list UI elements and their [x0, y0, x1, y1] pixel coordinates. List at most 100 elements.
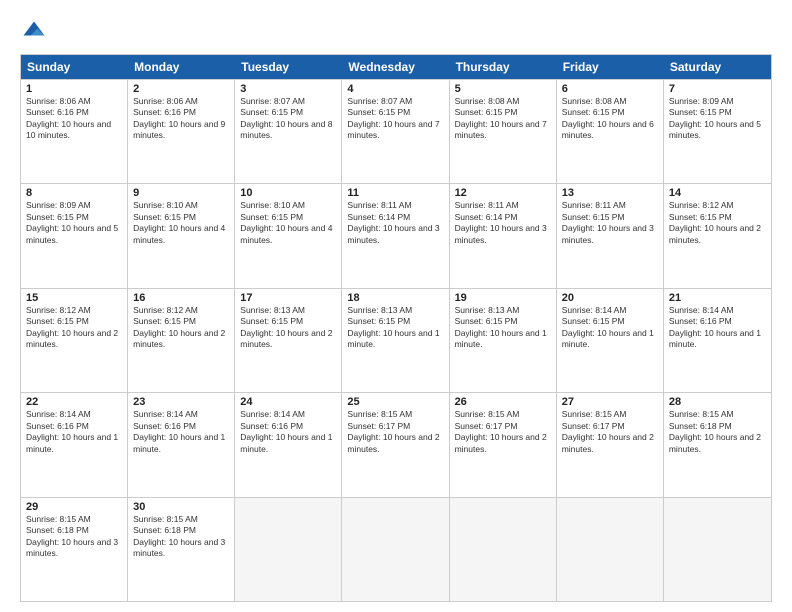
daylight-label: Daylight: 10 hours and 2 minutes.: [455, 432, 547, 453]
sunrise-label: Sunrise: 8:12 AM: [669, 200, 734, 210]
header-day-sunday: Sunday: [21, 55, 128, 79]
sunrise-label: Sunrise: 8:14 AM: [669, 305, 734, 315]
day-info: Sunrise: 8:13 AM Sunset: 6:15 PM Dayligh…: [347, 305, 443, 351]
sunset-label: Sunset: 6:16 PM: [133, 107, 196, 117]
day-info: Sunrise: 8:11 AM Sunset: 6:15 PM Dayligh…: [562, 200, 658, 246]
day-number: 3: [240, 83, 336, 95]
day-cell-28: 28 Sunrise: 8:15 AM Sunset: 6:18 PM Dayl…: [664, 393, 771, 496]
day-cell-1: 1 Sunrise: 8:06 AM Sunset: 6:16 PM Dayli…: [21, 80, 128, 183]
header-day-monday: Monday: [128, 55, 235, 79]
day-info: Sunrise: 8:12 AM Sunset: 6:15 PM Dayligh…: [133, 305, 229, 351]
sunrise-label: Sunrise: 8:11 AM: [562, 200, 626, 210]
sunrise-label: Sunrise: 8:14 AM: [240, 409, 305, 419]
day-info: Sunrise: 8:06 AM Sunset: 6:16 PM Dayligh…: [26, 96, 122, 142]
sunset-label: Sunset: 6:16 PM: [26, 107, 89, 117]
sunrise-label: Sunrise: 8:15 AM: [562, 409, 627, 419]
daylight-label: Daylight: 10 hours and 5 minutes.: [26, 223, 118, 244]
day-cell-18: 18 Sunrise: 8:13 AM Sunset: 6:15 PM Dayl…: [342, 289, 449, 392]
sunrise-label: Sunrise: 8:08 AM: [562, 96, 627, 106]
day-info: Sunrise: 8:08 AM Sunset: 6:15 PM Dayligh…: [455, 96, 551, 142]
day-number: 14: [669, 187, 766, 199]
daylight-label: Daylight: 10 hours and 5 minutes.: [669, 119, 761, 140]
day-cell-6: 6 Sunrise: 8:08 AM Sunset: 6:15 PM Dayli…: [557, 80, 664, 183]
sunset-label: Sunset: 6:15 PM: [26, 212, 89, 222]
sunset-label: Sunset: 6:16 PM: [669, 316, 732, 326]
day-cell-25: 25 Sunrise: 8:15 AM Sunset: 6:17 PM Dayl…: [342, 393, 449, 496]
day-cell-11: 11 Sunrise: 8:11 AM Sunset: 6:14 PM Dayl…: [342, 184, 449, 287]
day-number: 24: [240, 396, 336, 408]
sunset-label: Sunset: 6:15 PM: [669, 212, 732, 222]
sunrise-label: Sunrise: 8:15 AM: [133, 514, 198, 524]
header-day-thursday: Thursday: [450, 55, 557, 79]
day-info: Sunrise: 8:14 AM Sunset: 6:16 PM Dayligh…: [669, 305, 766, 351]
day-number: 1: [26, 83, 122, 95]
day-number: 7: [669, 83, 766, 95]
day-info: Sunrise: 8:14 AM Sunset: 6:15 PM Dayligh…: [562, 305, 658, 351]
day-cell-20: 20 Sunrise: 8:14 AM Sunset: 6:15 PM Dayl…: [557, 289, 664, 392]
day-info: Sunrise: 8:08 AM Sunset: 6:15 PM Dayligh…: [562, 96, 658, 142]
day-info: Sunrise: 8:13 AM Sunset: 6:15 PM Dayligh…: [240, 305, 336, 351]
day-number: 4: [347, 83, 443, 95]
day-number: 2: [133, 83, 229, 95]
empty-cell: [235, 498, 342, 601]
day-number: 19: [455, 292, 551, 304]
sunset-label: Sunset: 6:15 PM: [455, 107, 518, 117]
sunset-label: Sunset: 6:16 PM: [240, 421, 303, 431]
daylight-label: Daylight: 10 hours and 1 minute.: [240, 432, 332, 453]
day-number: 28: [669, 396, 766, 408]
sunset-label: Sunset: 6:17 PM: [347, 421, 410, 431]
day-number: 15: [26, 292, 122, 304]
sunrise-label: Sunrise: 8:09 AM: [669, 96, 734, 106]
day-info: Sunrise: 8:15 AM Sunset: 6:17 PM Dayligh…: [562, 409, 658, 455]
day-info: Sunrise: 8:15 AM Sunset: 6:18 PM Dayligh…: [669, 409, 766, 455]
daylight-label: Daylight: 10 hours and 2 minutes.: [133, 328, 225, 349]
daylight-label: Daylight: 10 hours and 4 minutes.: [133, 223, 225, 244]
sunset-label: Sunset: 6:15 PM: [562, 316, 625, 326]
daylight-label: Daylight: 10 hours and 2 minutes.: [347, 432, 439, 453]
day-cell-26: 26 Sunrise: 8:15 AM Sunset: 6:17 PM Dayl…: [450, 393, 557, 496]
day-info: Sunrise: 8:14 AM Sunset: 6:16 PM Dayligh…: [133, 409, 229, 455]
sunset-label: Sunset: 6:15 PM: [240, 212, 303, 222]
calendar-row-4: 22 Sunrise: 8:14 AM Sunset: 6:16 PM Dayl…: [21, 392, 771, 496]
day-info: Sunrise: 8:11 AM Sunset: 6:14 PM Dayligh…: [455, 200, 551, 246]
sunset-label: Sunset: 6:16 PM: [133, 421, 196, 431]
day-number: 18: [347, 292, 443, 304]
sunset-label: Sunset: 6:15 PM: [562, 212, 625, 222]
day-cell-13: 13 Sunrise: 8:11 AM Sunset: 6:15 PM Dayl…: [557, 184, 664, 287]
daylight-label: Daylight: 10 hours and 8 minutes.: [240, 119, 332, 140]
sunrise-label: Sunrise: 8:10 AM: [133, 200, 198, 210]
sunset-label: Sunset: 6:15 PM: [240, 107, 303, 117]
sunset-label: Sunset: 6:18 PM: [133, 525, 196, 535]
daylight-label: Daylight: 10 hours and 6 minutes.: [562, 119, 654, 140]
sunset-label: Sunset: 6:15 PM: [133, 212, 196, 222]
day-cell-4: 4 Sunrise: 8:07 AM Sunset: 6:15 PM Dayli…: [342, 80, 449, 183]
day-number: 11: [347, 187, 443, 199]
day-cell-16: 16 Sunrise: 8:12 AM Sunset: 6:15 PM Dayl…: [128, 289, 235, 392]
page: SundayMondayTuesdayWednesdayThursdayFrid…: [0, 0, 792, 612]
day-cell-2: 2 Sunrise: 8:06 AM Sunset: 6:16 PM Dayli…: [128, 80, 235, 183]
day-number: 13: [562, 187, 658, 199]
sunrise-label: Sunrise: 8:15 AM: [347, 409, 412, 419]
sunrise-label: Sunrise: 8:08 AM: [455, 96, 520, 106]
sunset-label: Sunset: 6:16 PM: [26, 421, 89, 431]
day-number: 12: [455, 187, 551, 199]
sunset-label: Sunset: 6:15 PM: [455, 316, 518, 326]
empty-cell: [450, 498, 557, 601]
day-cell-14: 14 Sunrise: 8:12 AM Sunset: 6:15 PM Dayl…: [664, 184, 771, 287]
sunrise-label: Sunrise: 8:13 AM: [347, 305, 412, 315]
sunrise-label: Sunrise: 8:06 AM: [133, 96, 198, 106]
day-info: Sunrise: 8:15 AM Sunset: 6:17 PM Dayligh…: [347, 409, 443, 455]
daylight-label: Daylight: 10 hours and 4 minutes.: [240, 223, 332, 244]
sunrise-label: Sunrise: 8:15 AM: [669, 409, 734, 419]
day-cell-29: 29 Sunrise: 8:15 AM Sunset: 6:18 PM Dayl…: [21, 498, 128, 601]
calendar-row-2: 8 Sunrise: 8:09 AM Sunset: 6:15 PM Dayli…: [21, 183, 771, 287]
day-cell-19: 19 Sunrise: 8:13 AM Sunset: 6:15 PM Dayl…: [450, 289, 557, 392]
daylight-label: Daylight: 10 hours and 3 minutes.: [26, 537, 118, 558]
day-info: Sunrise: 8:07 AM Sunset: 6:15 PM Dayligh…: [347, 96, 443, 142]
header-day-saturday: Saturday: [664, 55, 771, 79]
sunset-label: Sunset: 6:15 PM: [562, 107, 625, 117]
sunset-label: Sunset: 6:15 PM: [669, 107, 732, 117]
header: [20, 18, 772, 46]
day-cell-24: 24 Sunrise: 8:14 AM Sunset: 6:16 PM Dayl…: [235, 393, 342, 496]
day-cell-9: 9 Sunrise: 8:10 AM Sunset: 6:15 PM Dayli…: [128, 184, 235, 287]
